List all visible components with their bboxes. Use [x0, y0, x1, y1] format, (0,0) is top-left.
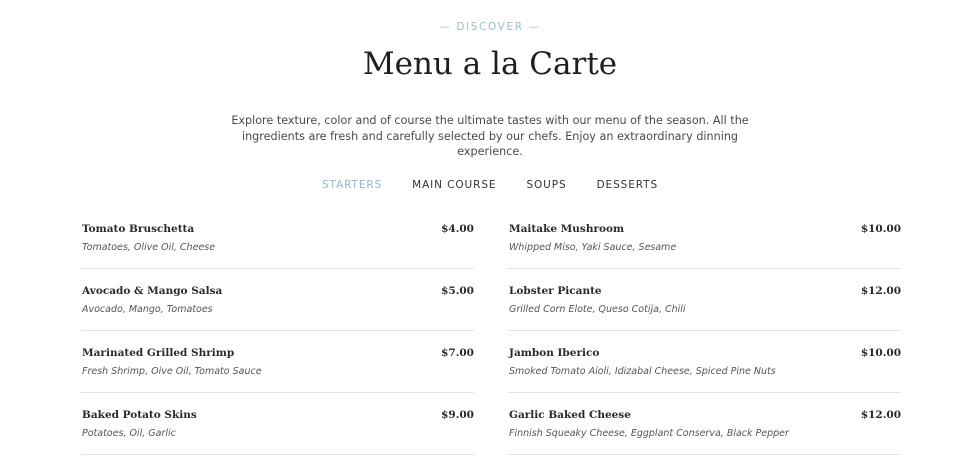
item-name: Lobster Picante: [509, 285, 602, 297]
item-description: Smoked Tomato Aioli, Idizabal Cheese, Sp…: [509, 366, 776, 377]
menu-tabs: STARTERS MAIN COURSE SOUPS DESSERTS: [0, 179, 980, 191]
item-description: Avocado, Mango, Tomatoes: [82, 304, 213, 315]
item-description: Potatoes, Oil, Garlic: [82, 428, 176, 439]
menu-item: Jambon Iberico $10.00 Smoked Tomato Aiol…: [508, 331, 901, 393]
menu-item: Lobster Picante $12.00 Grilled Corn Elot…: [508, 269, 901, 331]
tab-starters[interactable]: STARTERS: [322, 179, 382, 191]
item-description: Whipped Miso, Yaki Sauce, Sesame: [509, 242, 677, 253]
item-price: $7.00: [441, 347, 474, 359]
item-name: Jambon Iberico: [509, 347, 600, 359]
tab-soups[interactable]: SOUPS: [526, 179, 566, 191]
intro-text: Explore texture, color and of course the…: [231, 114, 749, 158]
item-price: $10.00: [860, 347, 901, 359]
tab-main-course[interactable]: MAIN COURSE: [412, 179, 496, 191]
tab-desserts[interactable]: DESSERTS: [597, 179, 659, 191]
menu-item: Tomato Bruschetta $4.00 Tomatoes, Olive …: [81, 207, 474, 269]
menu-column-right: Maitake Mushroom $10.00 Whipped Miso, Ya…: [508, 207, 901, 455]
item-name: Maitake Mushroom: [509, 223, 625, 235]
item-name: Marinated Grilled Shrimp: [82, 347, 235, 359]
item-price: $5.00: [441, 285, 474, 297]
item-price: $10.00: [860, 223, 901, 235]
menu-item: Maitake Mushroom $10.00 Whipped Miso, Ya…: [508, 207, 901, 269]
item-name: Avocado & Mango Salsa: [82, 285, 223, 297]
item-description: Fresh Shrimp, Oive Oil, Tomato Sauce: [82, 366, 262, 377]
menu-column-left: Tomato Bruschetta $4.00 Tomatoes, Olive …: [81, 207, 474, 455]
item-price: $9.00: [441, 409, 474, 421]
item-price: $12.00: [860, 285, 901, 297]
page-title: Menu a la Carte: [362, 46, 618, 82]
menu-item: Baked Potato Skins $9.00 Potatoes, Oil, …: [81, 393, 474, 455]
item-price: $12.00: [860, 409, 901, 421]
item-description: Tomatoes, Olive Oil, Cheese: [82, 242, 216, 253]
menu-item: Marinated Grilled Shrimp $7.00 Fresh Shr…: [81, 331, 474, 393]
section-eyebrow: — DISCOVER —: [439, 21, 541, 33]
item-price: $4.00: [441, 223, 474, 235]
item-name: Baked Potato Skins: [82, 409, 197, 421]
item-name: Tomato Bruschetta: [82, 223, 195, 235]
item-description: Finnish Squeaky Cheese, Eggplant Conserv…: [509, 428, 789, 439]
item-description: Grilled Corn Elote, Queso Cotija, Chili: [509, 304, 686, 315]
item-name: Garlic Baked Cheese: [509, 409, 631, 421]
menu-item: Avocado & Mango Salsa $5.00 Avocado, Man…: [81, 269, 474, 331]
menu-item: Garlic Baked Cheese $12.00 Finnish Squea…: [508, 393, 901, 455]
